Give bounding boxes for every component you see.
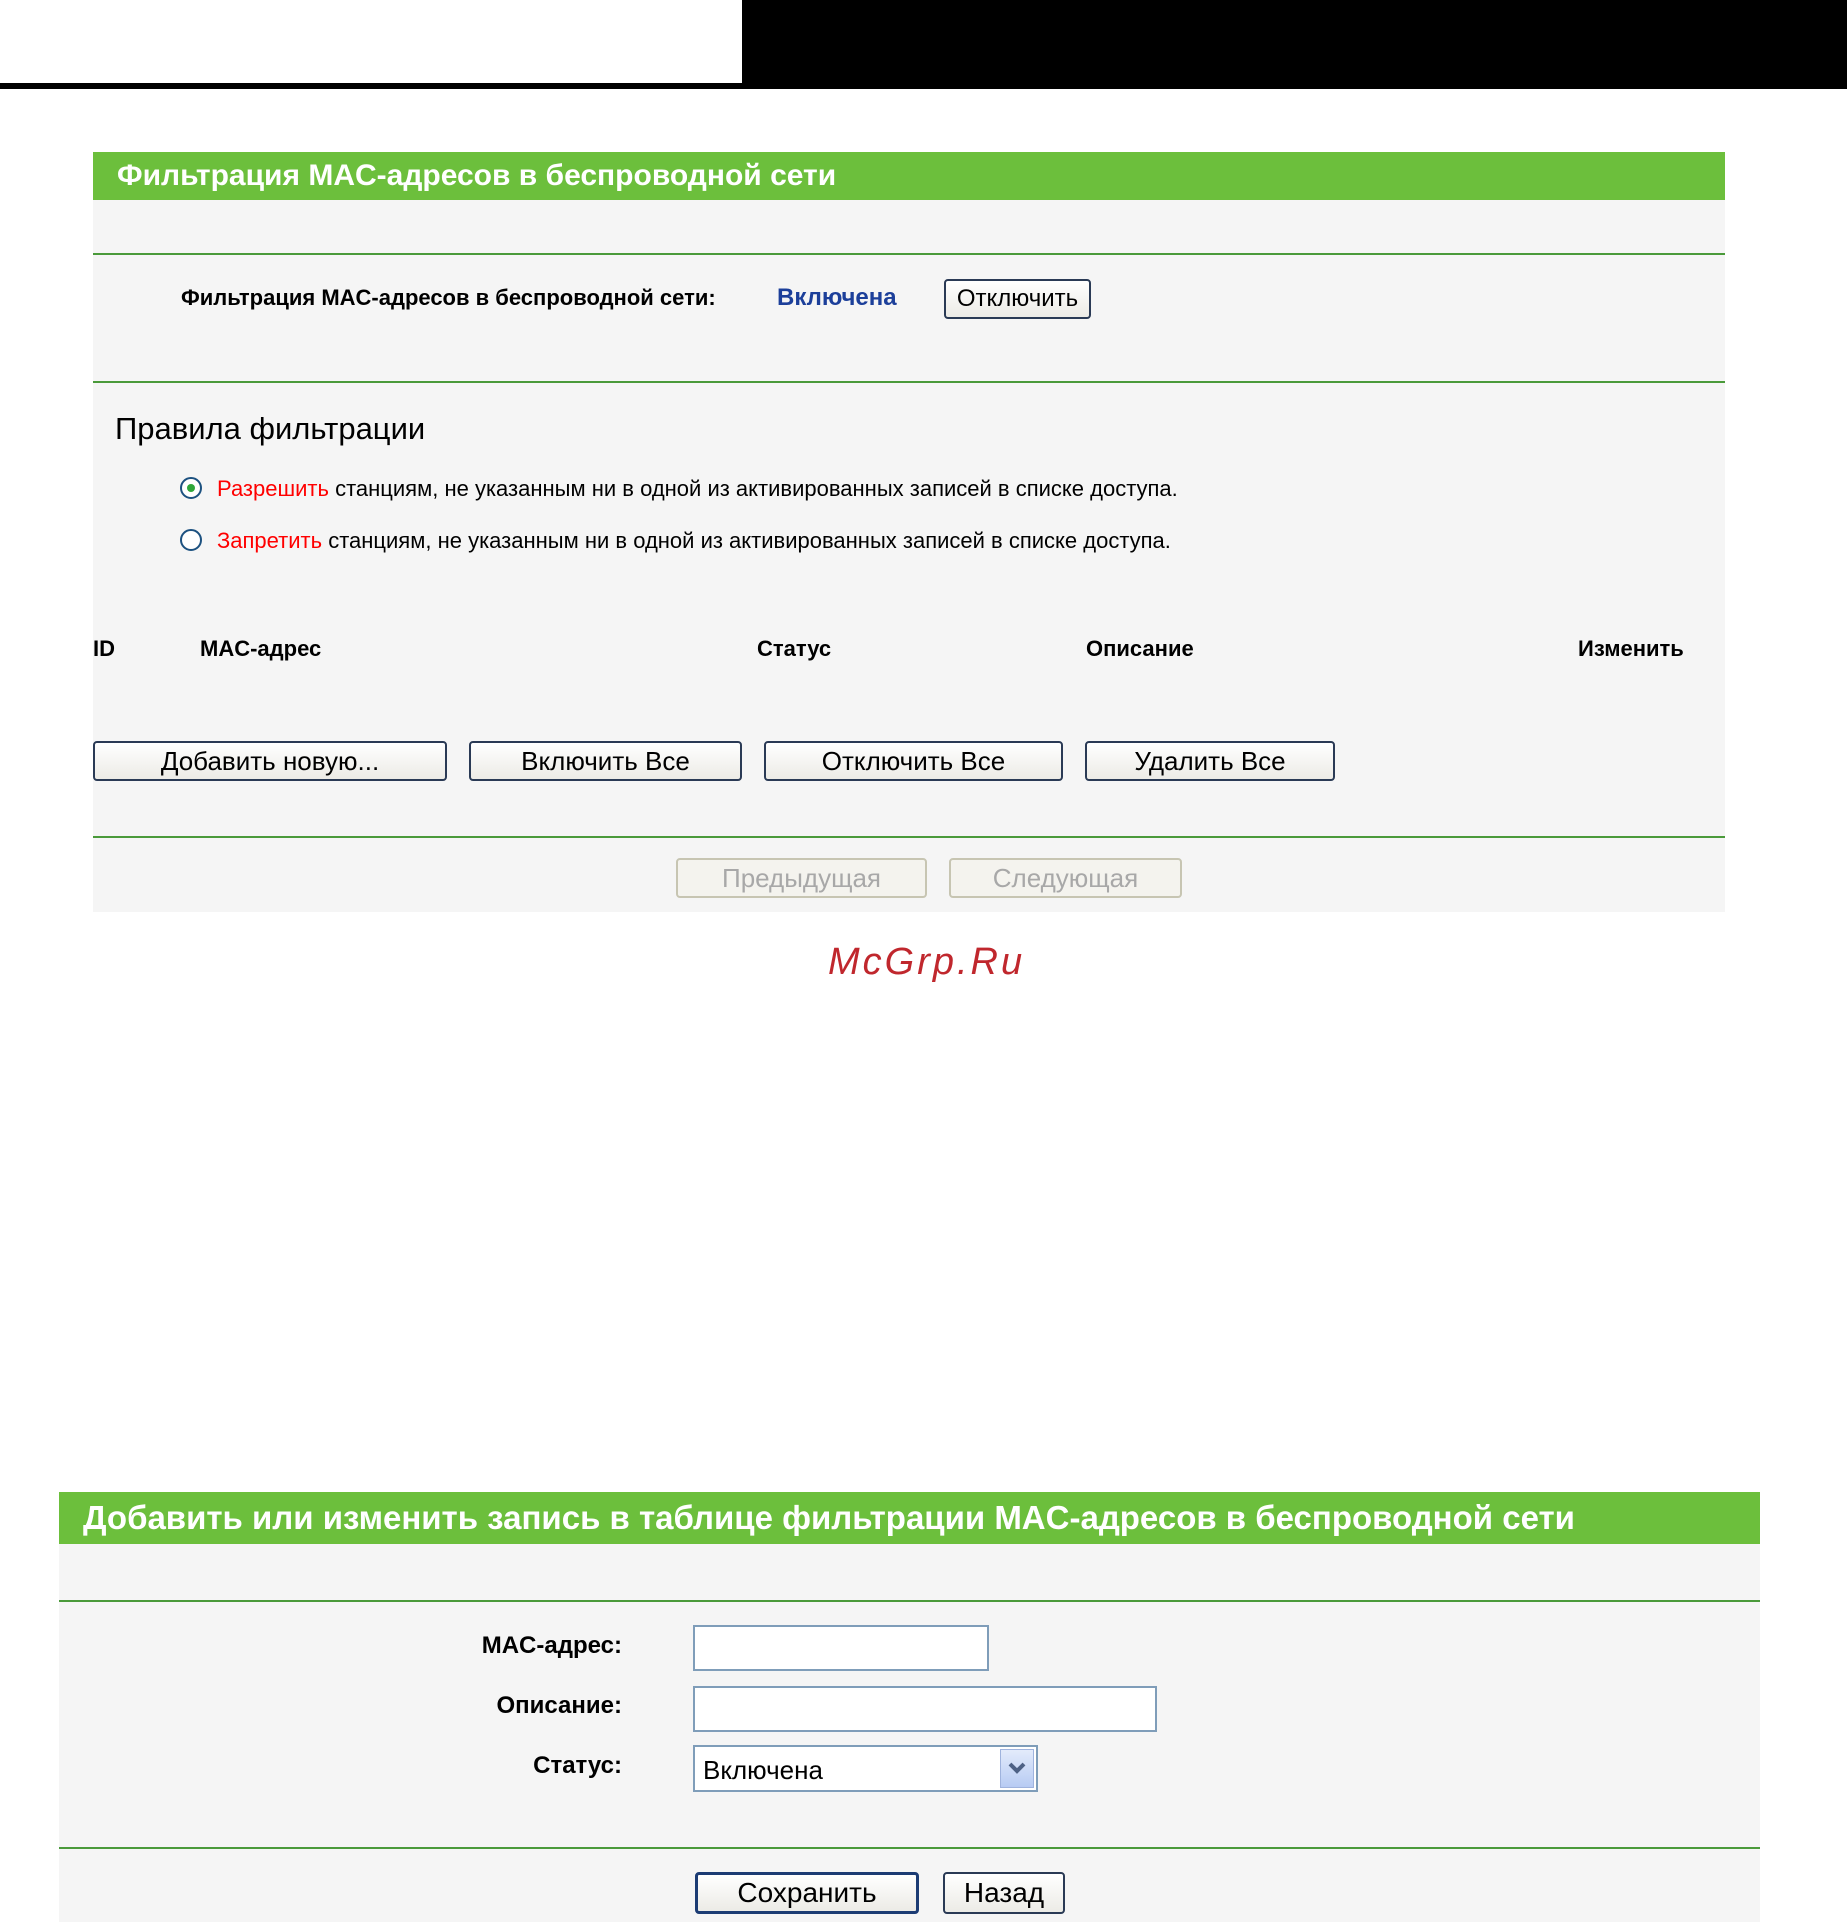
rule-allow-row: Разрешить станциям, не указанным ни в од…	[180, 476, 1380, 511]
save-button[interactable]: Сохранить	[695, 1872, 919, 1914]
description-input[interactable]	[693, 1686, 1157, 1732]
delete-all-button[interactable]: Удалить Все	[1085, 741, 1335, 781]
back-button[interactable]: Назад	[943, 1872, 1065, 1914]
mac-address-label: MAC-адрес:	[481, 1632, 622, 1659]
allow-text: станциям, не указанным ни в одной из акт…	[328, 476, 1178, 501]
top-border-line	[0, 83, 742, 89]
add-new-button[interactable]: Добавить новую...	[93, 741, 447, 781]
filter-status-label: Фильтрация MAC-адресов в беспроводной се…	[181, 285, 716, 310]
edit-entry-title: Добавить или изменить запись в таблице ф…	[59, 1492, 1760, 1544]
divider	[93, 836, 1725, 838]
col-header-status: Статус	[757, 636, 832, 661]
deny-keyword: Запретить	[217, 528, 323, 553]
col-header-mac: MAC-адрес	[200, 636, 322, 661]
status-select[interactable]: Включена	[693, 1745, 1038, 1792]
divider	[93, 381, 1725, 383]
status-select-value: Включена	[703, 1755, 823, 1785]
deny-text: станциям, не указанным ни в одной из акт…	[322, 528, 1171, 553]
divider	[59, 1847, 1760, 1849]
chevron-down-icon[interactable]	[1000, 1749, 1034, 1788]
status-label: Статус:	[533, 1752, 622, 1779]
radio-selected-dot	[187, 484, 195, 492]
deny-radio[interactable]	[180, 529, 202, 551]
description-label: Описание:	[496, 1692, 623, 1719]
next-page-button[interactable]: Следующая	[949, 858, 1182, 898]
enable-all-button[interactable]: Включить Все	[469, 741, 742, 781]
disable-all-button[interactable]: Отключить Все	[764, 741, 1063, 781]
divider	[59, 1600, 1760, 1602]
disable-filter-button[interactable]: Отключить	[944, 279, 1091, 319]
allow-radio[interactable]	[180, 477, 202, 499]
col-header-id: ID	[93, 636, 115, 661]
filter-status-value: Включена	[777, 284, 897, 311]
allow-keyword: Разрешить	[217, 476, 329, 501]
divider	[93, 253, 1725, 255]
prev-page-button[interactable]: Предыдущая	[676, 858, 927, 898]
col-header-edit: Изменить	[1578, 636, 1684, 661]
col-header-description: Описание	[1086, 636, 1194, 661]
mac-filter-title: Фильтрация MAC-адресов в беспроводной се…	[93, 152, 1725, 200]
rule-deny-row: Запретить станциям, не указанным ни в од…	[180, 528, 1380, 563]
watermark: McGrp.Ru	[828, 941, 1026, 983]
rules-heading: Правила фильтрации	[115, 411, 426, 446]
top-black-block	[742, 0, 1847, 89]
mac-address-input[interactable]	[693, 1625, 989, 1671]
